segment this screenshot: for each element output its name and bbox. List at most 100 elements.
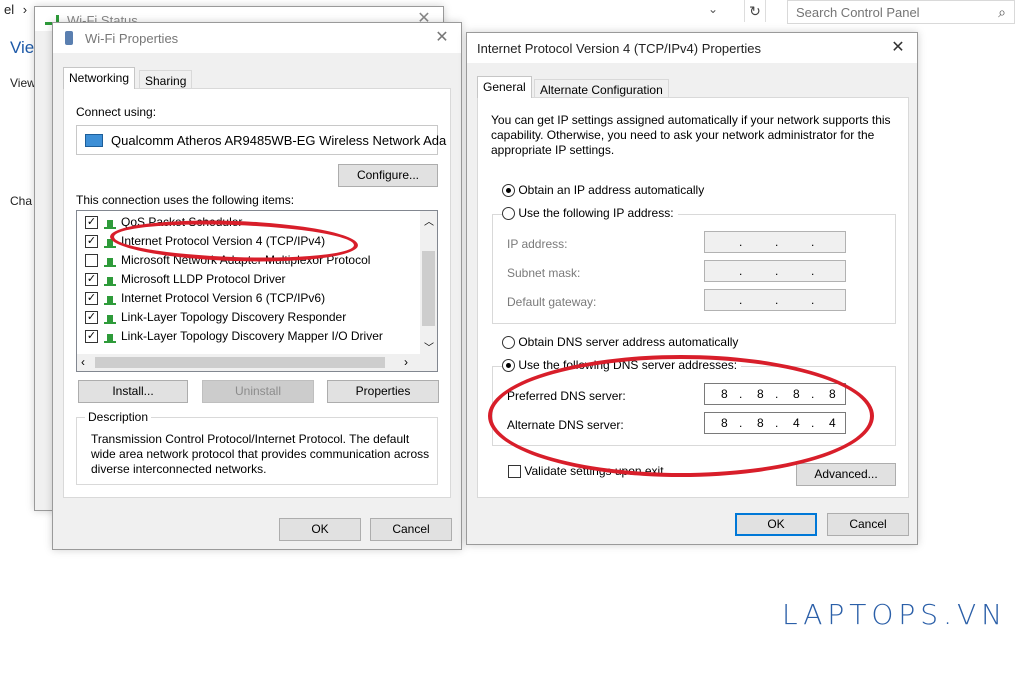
use-ip-label: Use the following IP address: — [518, 206, 674, 220]
scroll-right-icon[interactable]: › — [404, 355, 408, 369]
use-ip-radio[interactable] — [502, 207, 515, 221]
validate-checkbox[interactable] — [508, 465, 521, 479]
obtain-ip-radio[interactable] — [502, 184, 515, 198]
item-label: Microsoft LLDP Protocol Driver — [121, 272, 286, 286]
tab-sharing[interactable]: Sharing — [139, 70, 193, 89]
list-item[interactable]: ✓ Internet Protocol Version 4 (TCP/IPv4) — [85, 232, 325, 251]
configure-button[interactable]: Configure... — [338, 164, 438, 187]
ok-button[interactable]: OK — [279, 518, 361, 541]
static-ip-group: Use the following IP address: IP address… — [492, 206, 896, 324]
item-checkbox[interactable]: ✓ — [85, 273, 98, 287]
list-item[interactable]: ✓ Microsoft LLDP Protocol Driver — [85, 270, 286, 289]
networking-panel: Connect using: Qualcomm Atheros AR9485WB… — [63, 88, 451, 498]
obtain-dns-radio[interactable] — [502, 336, 515, 350]
network-component-icon — [102, 255, 118, 267]
items-label: This connection uses the following items… — [76, 193, 295, 207]
wifi-properties-titlebar[interactable]: Wi-Fi Properties ✕ — [53, 23, 461, 53]
scroll-up-icon[interactable]: ︿ — [424, 213, 434, 228]
use-dns-radio[interactable] — [502, 359, 515, 373]
item-checkbox[interactable] — [85, 254, 98, 268]
item-checkbox[interactable]: ✓ — [85, 235, 98, 249]
octet[interactable]: 8 — [829, 387, 836, 401]
window-title: Internet Protocol Version 4 (TCP/IPv4) P… — [477, 41, 761, 56]
obtain-ip-label: Obtain an IP address automatically — [518, 183, 705, 197]
ipv4-titlebar[interactable]: Internet Protocol Version 4 (TCP/IPv4) P… — [467, 33, 917, 63]
ip-address-label: IP address: — [507, 237, 568, 251]
obtain-dns-option[interactable]: Obtain DNS server address automatically — [502, 335, 738, 350]
hscroll-thumb[interactable] — [95, 357, 385, 368]
scroll-thumb[interactable] — [422, 251, 435, 326]
search-box[interactable]: ⌕ — [787, 0, 1015, 24]
window-title: Wi-Fi Properties — [85, 31, 179, 46]
chevron-down-icon[interactable]: ⌄ — [708, 2, 718, 16]
breadcrumb[interactable]: el › — [4, 2, 32, 17]
use-dns-option[interactable]: Use the following DNS server addresses: — [502, 358, 742, 373]
watermark-logo: LAPTOPS.VN — [782, 598, 1008, 631]
octet[interactable]: 8 — [757, 416, 764, 430]
use-ip-option[interactable]: Use the following IP address: — [502, 206, 678, 221]
octet[interactable]: 8 — [721, 416, 728, 430]
item-checkbox[interactable]: ✓ — [85, 330, 98, 344]
scroll-left-icon[interactable]: ‹ — [81, 355, 85, 369]
item-label: Internet Protocol Version 6 (TCP/IPv6) — [121, 291, 326, 305]
side-link-change[interactable]: Cha — [10, 194, 32, 208]
list-item[interactable]: ✓ Link-Layer Topology Discovery Mapper I/… — [85, 327, 383, 346]
item-checkbox[interactable]: ✓ — [85, 292, 98, 306]
item-checkbox[interactable]: ✓ — [85, 216, 98, 230]
octet[interactable]: 4 — [793, 416, 800, 430]
octet[interactable]: 4 — [829, 416, 836, 430]
network-component-icon — [102, 236, 118, 248]
network-component-icon — [102, 293, 118, 305]
subnet-mask-field: ... — [704, 260, 846, 282]
tab-alternate-configuration[interactable]: Alternate Configuration — [534, 79, 669, 98]
list-item[interactable]: ✓ Link-Layer Topology Discovery Responder — [85, 308, 346, 327]
tab-general[interactable]: General — [477, 76, 532, 98]
cancel-button[interactable]: Cancel — [827, 513, 909, 536]
cancel-button[interactable]: Cancel — [370, 518, 452, 541]
list-item[interactable]: ✓ QoS Packet Scheduler — [85, 213, 242, 232]
preferred-dns-field[interactable]: 8. 8. 8. 8 — [704, 383, 846, 405]
octet[interactable]: 8 — [757, 387, 764, 401]
list-item[interactable]: ✓ Internet Protocol Version 6 (TCP/IPv6) — [85, 289, 325, 308]
list-item[interactable]: Microsoft Network Adapter Multiplexor Pr… — [85, 251, 370, 270]
items-list[interactable]: ✓ QoS Packet Scheduler ✓ Internet Protocol … — [76, 210, 438, 372]
refresh-icon[interactable]: ↻ — [744, 0, 766, 22]
horizontal-scrollbar[interactable]: ‹ › — [77, 354, 437, 371]
uninstall-button: Uninstall — [202, 380, 314, 403]
search-input[interactable] — [788, 1, 978, 23]
tab-networking[interactable]: Networking — [63, 67, 136, 89]
octet[interactable]: 8 — [721, 387, 728, 401]
close-icon[interactable]: ✕ — [887, 37, 909, 59]
general-panel: You can get IP settings assigned automat… — [477, 97, 909, 498]
network-component-icon — [102, 331, 118, 343]
side-link-view[interactable]: View — [10, 76, 36, 90]
static-dns-group: Use the following DNS server addresses: … — [492, 358, 896, 446]
octet[interactable]: 8 — [793, 387, 800, 401]
network-component-icon — [102, 217, 118, 229]
scroll-down-icon[interactable]: ﹀ — [424, 339, 434, 354]
obtain-ip-option[interactable]: Obtain an IP address automatically — [502, 183, 705, 198]
default-gateway-label: Default gateway: — [507, 295, 597, 309]
ip-address-field: ... — [704, 231, 846, 253]
item-label: QoS Packet Scheduler — [121, 215, 243, 229]
close-icon[interactable]: ✕ — [431, 27, 453, 49]
validate-label: Validate settings upon exit — [524, 464, 664, 478]
description-label: Description — [85, 410, 152, 424]
preferred-dns-label: Preferred DNS server: — [507, 389, 626, 403]
wifi-properties-window: Wi-Fi Properties ✕ Networking Sharing Co… — [52, 22, 462, 550]
vertical-scrollbar[interactable]: ︿ ﹀ — [420, 211, 437, 356]
search-icon[interactable]: ⌕ — [998, 4, 1006, 21]
breadcrumb-item[interactable]: el — [4, 2, 14, 17]
item-checkbox[interactable]: ✓ — [85, 311, 98, 325]
adapter-name: Qualcomm Atheros AR9485WB-EG Wireless Ne… — [111, 133, 447, 148]
install-button[interactable]: Install... — [78, 380, 188, 403]
subnet-mask-label: Subnet mask: — [507, 266, 581, 280]
advanced-button[interactable]: Advanced... — [796, 463, 896, 486]
alternate-dns-field[interactable]: 8. 8. 4. 4 — [704, 412, 846, 434]
properties-button[interactable]: Properties — [327, 380, 439, 403]
network-component-icon — [102, 274, 118, 286]
item-label: Microsoft Network Adapter Multiplexor Pr… — [121, 253, 371, 267]
description-text: Transmission Control Protocol/Internet P… — [91, 432, 430, 476]
validate-option[interactable]: Validate settings upon exit — [508, 464, 664, 479]
ok-button[interactable]: OK — [735, 513, 817, 536]
